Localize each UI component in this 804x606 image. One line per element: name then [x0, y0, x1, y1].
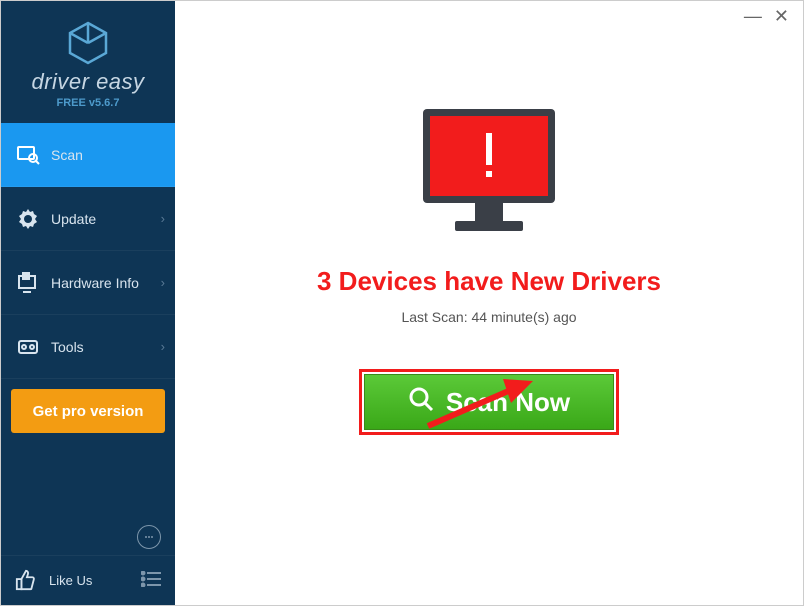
- gear-icon: [15, 206, 41, 232]
- last-scan-text: Last Scan: 44 minute(s) ago: [175, 309, 803, 325]
- hardware-icon: [15, 270, 41, 296]
- sidebar-item-label: Scan: [51, 147, 83, 163]
- minimize-button[interactable]: —: [744, 6, 762, 27]
- chevron-right-icon: ›: [161, 339, 165, 354]
- version-label: FREE v5.6.7: [1, 97, 175, 109]
- app-logo-icon: [68, 21, 108, 63]
- sidebar-item-label: Update: [51, 211, 96, 227]
- sidebar-item-label: Tools: [51, 339, 84, 355]
- scan-icon: [15, 142, 41, 168]
- sidebar-item-update[interactable]: Update ›: [1, 187, 175, 251]
- app-window: — ✕ driver easy FREE v5.6.7 Scan Update …: [0, 0, 804, 606]
- menu-icon[interactable]: [141, 571, 161, 590]
- sidebar: driver easy FREE v5.6.7 Scan Update › Ha…: [1, 1, 175, 605]
- window-controls: — ✕: [744, 1, 803, 31]
- get-pro-label: Get pro version: [33, 403, 144, 420]
- main-content: 3 Devices have New Drivers Last Scan: 44…: [175, 1, 803, 605]
- chevron-right-icon: ›: [161, 275, 165, 290]
- chevron-right-icon: ›: [161, 211, 165, 226]
- status-title: 3 Devices have New Drivers: [175, 266, 803, 297]
- annotation-arrow: [423, 371, 543, 436]
- thumbs-up-icon: [15, 569, 39, 593]
- logo-area: driver easy FREE v5.6.7: [1, 1, 175, 123]
- get-pro-button[interactable]: Get pro version: [11, 389, 165, 433]
- like-us-row[interactable]: Like Us: [1, 555, 175, 605]
- footer-icons: [1, 519, 175, 555]
- alert-monitor-icon: [415, 101, 563, 246]
- spacer: [1, 443, 175, 519]
- sidebar-item-hardware-info[interactable]: Hardware Info ›: [1, 251, 175, 315]
- brand-name: driver easy: [1, 69, 175, 95]
- like-label: Like Us: [49, 573, 92, 588]
- close-button[interactable]: ✕: [774, 6, 789, 27]
- tools-icon: [15, 334, 41, 360]
- sidebar-item-label: Hardware Info: [51, 275, 139, 291]
- sidebar-item-scan[interactable]: Scan: [1, 123, 175, 187]
- feedback-icon[interactable]: [137, 525, 161, 549]
- sidebar-item-tools[interactable]: Tools ›: [1, 315, 175, 379]
